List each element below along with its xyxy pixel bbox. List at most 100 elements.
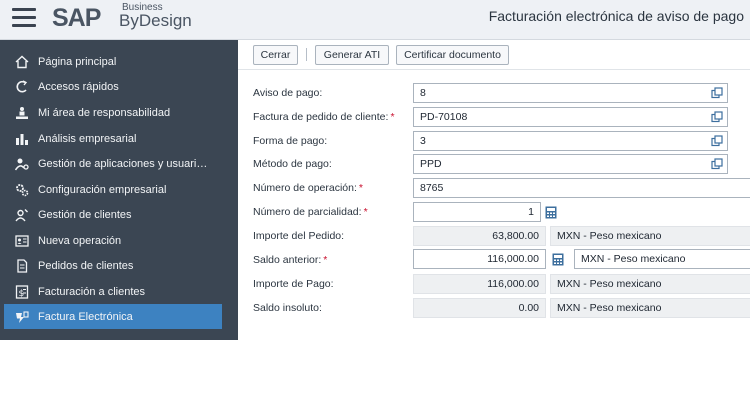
- numero-operacion-value: 8765: [420, 182, 444, 194]
- page-title: Facturación electrónica de aviso de pago: [488, 8, 744, 24]
- forma-pago-value: 3: [420, 135, 426, 147]
- importe-pedido-field: 63,800.00: [413, 226, 546, 246]
- saldo-insoluto-field: 0.00: [413, 298, 546, 318]
- value-help-icon[interactable]: [711, 135, 723, 147]
- saldo-insoluto-value: 0.00: [518, 302, 539, 314]
- saldo-anterior-field[interactable]: 116,000.00: [413, 249, 546, 269]
- aviso-pago-field[interactable]: 8: [413, 83, 728, 103]
- document-icon: [13, 258, 31, 274]
- importe-pago-currency-text: MXN - Peso mexicano: [557, 278, 662, 290]
- required-marker: *: [390, 111, 395, 123]
- sidebar-item-pedidos[interactable]: Pedidos de clientes: [4, 253, 222, 278]
- metodo-pago-value: PPD: [420, 158, 442, 170]
- saldo-anterior-currency-text: MXN - Peso mexicano: [581, 253, 686, 265]
- importe-pedido-currency: MXN - Peso mexicano: [550, 226, 750, 246]
- numero-operacion-label: Número de operación: *: [253, 182, 363, 194]
- forma-pago-field[interactable]: 3: [413, 131, 728, 151]
- sidebar-item-facturacion[interactable]: $ Facturación a clientes: [4, 279, 222, 304]
- svg-text:$: $: [19, 289, 25, 299]
- value-help-icon[interactable]: [711, 111, 723, 123]
- sidebar-item-label: Gestión de aplicaciones y usuari…: [38, 157, 208, 170]
- shell-header: SAP Business ByDesign Facturación electr…: [0, 0, 750, 40]
- importe-pago-value: 116,000.00: [487, 278, 539, 290]
- customer-icon: [13, 207, 31, 223]
- sidebar-item-label: Accesos rápidos: [38, 80, 119, 93]
- sidebar-nav: Página principal Accesos rápidos Mi área…: [0, 40, 238, 340]
- gears-icon: [13, 182, 31, 198]
- saldo-insoluto-currency: MXN - Peso mexicano: [550, 298, 750, 318]
- form-panel: Cerrar Generar ATI Certificar documento …: [238, 40, 750, 340]
- saldo-anterior-label: Saldo anterior: *: [253, 254, 327, 266]
- toolbar-separator: [306, 48, 307, 61]
- home-icon: [13, 54, 31, 70]
- calculator-icon[interactable]: [552, 253, 564, 266]
- numero-parcialidad-field[interactable]: 1: [413, 202, 541, 222]
- factura-pedido-value: PD-70108: [420, 111, 468, 123]
- close-button[interactable]: Cerrar: [253, 45, 298, 65]
- app-window: SAP Business ByDesign Facturación electr…: [0, 0, 750, 340]
- invoice-icon: $: [13, 284, 31, 300]
- quick-access-icon: [13, 79, 31, 95]
- numero-operacion-label-text: Número de operación:: [253, 182, 357, 194]
- logo-sap-text: SAP: [52, 4, 101, 32]
- metodo-pago-field[interactable]: PPD: [413, 154, 728, 174]
- logo-bydesign-text: ByDesign: [119, 11, 192, 30]
- importe-pedido-label: Importe del Pedido:: [253, 230, 345, 242]
- sidebar-item-nueva-operacion[interactable]: Nueva operación: [4, 228, 222, 253]
- sidebar-item-configuracion[interactable]: Configuración empresarial: [4, 177, 222, 202]
- sidebar-item-mi-area[interactable]: Mi área de responsabilidad: [4, 100, 222, 125]
- saldo-insoluto-label: Saldo insoluto:: [253, 302, 322, 314]
- sidebar-item-label: Pedidos de clientes: [38, 259, 134, 272]
- required-marker: *: [358, 182, 363, 194]
- id-card-icon: [13, 233, 31, 249]
- importe-pedido-value: 63,800.00: [492, 230, 539, 242]
- sidebar-item-label: Mi área de responsabilidad: [38, 106, 171, 119]
- generate-ati-button[interactable]: Generar ATI: [315, 45, 389, 65]
- forma-pago-label: Forma de pago:: [253, 135, 328, 147]
- aviso-pago-label: Aviso de pago:: [253, 87, 323, 99]
- menu-icon[interactable]: [12, 8, 36, 28]
- sidebar-item-analisis[interactable]: Análisis empresarial: [4, 126, 222, 151]
- importe-pago-currency: MXN - Peso mexicano: [550, 274, 750, 294]
- value-help-icon[interactable]: [711, 158, 723, 170]
- sidebar-item-factura-electronica[interactable]: Factura Electrónica: [4, 304, 222, 329]
- factura-pedido-field[interactable]: PD-70108: [413, 107, 728, 127]
- sidebar-item-label: Página principal: [38, 55, 117, 68]
- required-marker: *: [363, 206, 368, 218]
- importe-pago-label: Importe de Pago:: [253, 278, 334, 290]
- required-marker: *: [323, 254, 328, 266]
- electronic-invoice-icon: [13, 309, 31, 325]
- saldo-anterior-value: 116,000.00: [487, 253, 539, 265]
- importe-pedido-currency-text: MXN - Peso mexicano: [557, 230, 662, 242]
- sidebar-item-accesos-rapidos[interactable]: Accesos rápidos: [4, 74, 222, 99]
- sidebar-item-gestion-clientes[interactable]: Gestión de clientes: [4, 202, 222, 227]
- factura-pedido-label: Factura de pedido de cliente: *: [253, 111, 395, 123]
- aviso-pago-value: 8: [420, 87, 426, 99]
- factura-pedido-label-text: Factura de pedido de cliente:: [253, 111, 389, 123]
- saldo-insoluto-currency-text: MXN - Peso mexicano: [557, 302, 662, 314]
- sap-bydesign-logo: SAP Business ByDesign: [52, 3, 192, 35]
- metodo-pago-label: Método de pago:: [253, 158, 332, 170]
- sidebar-item-gestion-aplicaciones[interactable]: Gestión de aplicaciones y usuari…: [4, 151, 222, 176]
- importe-pago-field: 116,000.00: [413, 274, 546, 294]
- saldo-anterior-label-text: Saldo anterior:: [253, 254, 322, 266]
- numero-parcialidad-label-text: Número de parcialidad:: [253, 206, 362, 218]
- bar-chart-icon: [13, 131, 31, 147]
- sidebar-item-label: Nueva operación: [38, 234, 122, 247]
- numero-operacion-field[interactable]: 8765: [413, 178, 750, 198]
- sidebar-item-label: Configuración empresarial: [38, 183, 167, 196]
- responsibility-icon: [13, 105, 31, 121]
- saldo-anterior-currency[interactable]: MXN - Peso mexicano: [574, 249, 750, 269]
- value-help-icon[interactable]: [711, 87, 723, 99]
- sidebar-item-label: Factura Electrónica: [38, 310, 133, 323]
- sidebar-item-label: Análisis empresarial: [38, 132, 137, 145]
- user-settings-icon: [13, 156, 31, 172]
- calculator-icon[interactable]: [545, 206, 557, 219]
- sidebar-item-label: Gestión de clientes: [38, 208, 132, 221]
- numero-parcialidad-value: 1: [528, 206, 534, 218]
- numero-parcialidad-label: Número de parcialidad: *: [253, 206, 368, 218]
- certify-document-button[interactable]: Certificar documento: [396, 45, 509, 65]
- sidebar-item-pagina-principal[interactable]: Página principal: [4, 49, 222, 74]
- toolbar: Cerrar Generar ATI Certificar documento: [238, 40, 750, 70]
- sidebar-item-label: Facturación a clientes: [38, 285, 145, 298]
